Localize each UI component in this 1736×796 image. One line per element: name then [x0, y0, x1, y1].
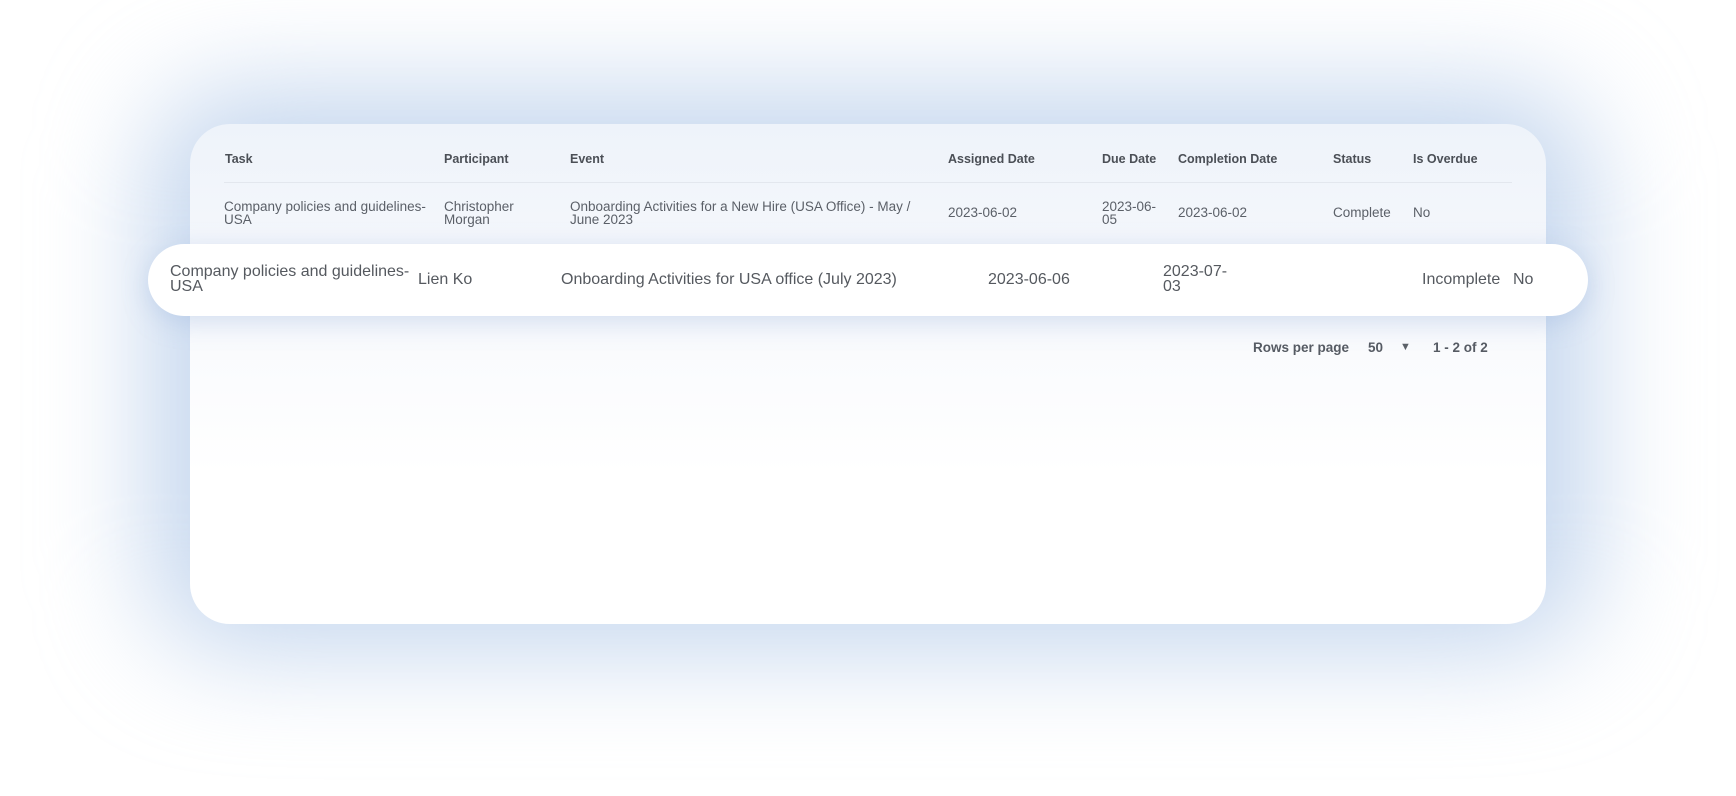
column-header-due-date[interactable]: Due Date — [1102, 152, 1156, 166]
cell-task: Company policies and guidelines-USA — [224, 199, 426, 227]
cell-participant: Lien Ko — [418, 271, 473, 288]
pagination-range: 1 - 2 of 2 — [1433, 340, 1488, 355]
cell-assigned-date: 2023-06-02 — [948, 205, 1018, 220]
column-header-is-overdue[interactable]: Is Overdue — [1413, 152, 1478, 166]
cell-is-overdue: No — [1513, 271, 1534, 288]
cell-completion-date: 2023-06-02 — [1178, 205, 1248, 220]
rows-per-page-value: 50 — [1368, 340, 1384, 355]
cell-due-date: 2023-07-03 — [1163, 263, 1228, 295]
column-header-status[interactable]: Status — [1333, 152, 1371, 166]
rows-per-page-select[interactable]: 50 ▼ — [1368, 336, 1418, 360]
cell-event: Onboarding Activities for a New Hire (US… — [570, 199, 911, 227]
rows-per-page-label: Rows per page — [1253, 340, 1350, 355]
cell-status: Incomplete — [1422, 271, 1501, 288]
cell-participant: Christopher Morgan — [444, 199, 514, 227]
table-row-highlighted[interactable]: Company policies and guidelines-USA Lien… — [148, 244, 1588, 316]
cell-is-overdue: No — [1413, 205, 1431, 220]
column-header-participant[interactable]: Participant — [444, 152, 509, 166]
column-header-assigned-date[interactable]: Assigned Date — [948, 152, 1035, 166]
header-divider — [224, 182, 1512, 183]
tasks-table-card: Task Participant Event Assigned Date Due… — [190, 124, 1546, 624]
screen: Task Participant Event Assigned Date Due… — [0, 0, 1736, 796]
column-header-task[interactable]: Task — [225, 152, 253, 166]
column-header-completion-date[interactable]: Completion Date — [1178, 152, 1277, 166]
column-header-event[interactable]: Event — [570, 152, 604, 166]
cell-event: Onboarding Activities for USA office (Ju… — [561, 271, 897, 288]
cell-task: Company policies and guidelines-USA — [170, 263, 410, 295]
cell-assigned-date: 2023-06-06 — [988, 271, 1070, 288]
caret-down-icon[interactable]: ▼ — [1400, 341, 1411, 353]
cell-status: Complete — [1333, 205, 1391, 220]
cell-due-date: 2023-06-05 — [1102, 199, 1157, 227]
